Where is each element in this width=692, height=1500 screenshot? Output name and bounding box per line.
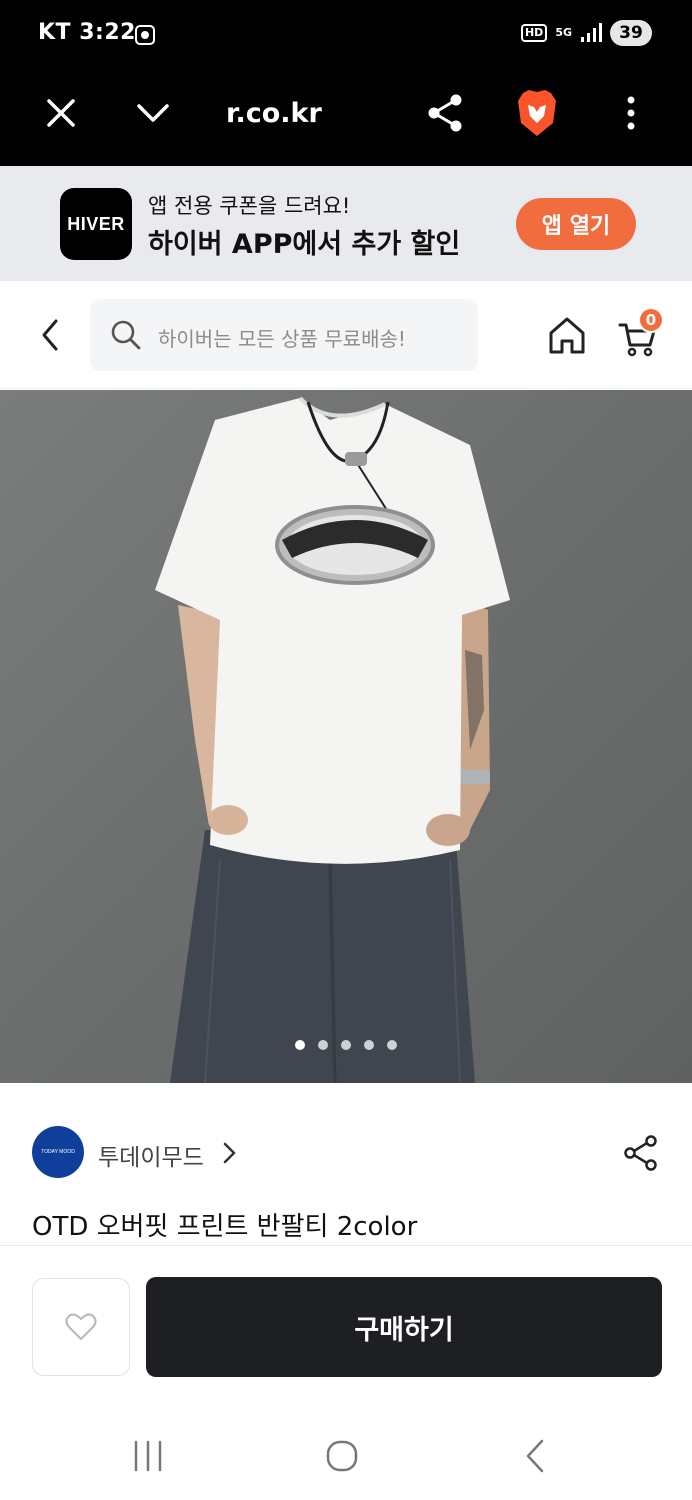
signal-icon <box>581 23 602 42</box>
page-header: 하이버는 모든 상품 무료배송! 0 <box>0 281 692 389</box>
more-menu-button[interactable] <box>608 90 654 136</box>
back-nav-icon[interactable] <box>516 1436 556 1476</box>
url-text[interactable]: r.co.kr <box>226 98 322 129</box>
banner-title: 하이버 APP에서 추가 할인 <box>148 229 461 260</box>
search-icon <box>111 320 141 350</box>
status-icons: HD 5G 39 <box>520 20 652 46</box>
cart-count-badge: 0 <box>638 307 664 333</box>
back-icon[interactable] <box>32 315 68 355</box>
hiver-logo: HIVER <box>60 188 132 260</box>
search-bar[interactable]: 하이버는 모든 상품 무료배송! <box>90 299 478 371</box>
banner-subtitle: 앱 전용 쿠폰을 드려요! <box>148 194 351 218</box>
network-5g-icon: 5G <box>555 26 572 39</box>
chevron-right-icon[interactable] <box>220 1141 238 1165</box>
status-bar: KT 3:22 HD 5G 39 <box>0 0 692 70</box>
search-placeholder: 하이버는 모든 상품 무료배송! <box>158 327 406 351</box>
product-photo-illustration <box>0 390 692 1083</box>
browser-toolbar: r.co.kr <box>0 78 692 148</box>
wishlist-button[interactable] <box>32 1278 130 1376</box>
buy-button[interactable]: 구매하기 <box>146 1277 662 1377</box>
system-nav-bar <box>0 1410 692 1500</box>
product-image[interactable] <box>0 390 692 1083</box>
close-icon <box>47 99 75 127</box>
battery-icon: 39 <box>610 20 652 46</box>
home-nav-icon[interactable] <box>322 1436 362 1476</box>
image-pagination <box>0 1040 692 1050</box>
hd-icon: HD <box>520 24 548 42</box>
page-dot[interactable] <box>387 1040 397 1050</box>
page-dot[interactable] <box>318 1040 328 1050</box>
page-dot[interactable] <box>295 1040 305 1050</box>
page-dot[interactable] <box>341 1040 351 1050</box>
home-icon[interactable] <box>546 315 588 355</box>
collapse-button[interactable] <box>130 90 176 136</box>
close-tab-button[interactable] <box>38 90 84 136</box>
screen-record-icon <box>135 25 155 45</box>
brave-lion-icon <box>518 90 556 136</box>
divider <box>0 1245 692 1246</box>
share-icon[interactable] <box>622 1134 660 1172</box>
page-dot[interactable] <box>364 1040 374 1050</box>
brave-shields-button[interactable] <box>514 90 560 136</box>
brand-logo[interactable]: TODAY MOOD <box>32 1126 84 1178</box>
carrier-time: KT 3:22 <box>38 20 136 45</box>
open-app-button[interactable]: 앱 열기 <box>516 198 636 250</box>
share-icon <box>428 94 462 132</box>
recent-apps-icon[interactable] <box>128 1436 168 1476</box>
app-banner[interactable]: HIVER 앱 전용 쿠폰을 드려요! 하이버 APP에서 추가 할인 앱 열기 <box>0 166 692 281</box>
more-vertical-icon <box>627 96 635 130</box>
heart-icon <box>65 1313 97 1341</box>
product-title: OTD 오버핏 프린트 반팔티 2color <box>32 1212 418 1242</box>
chevron-down-icon <box>137 104 169 122</box>
share-button[interactable] <box>422 90 468 136</box>
brand-name-link[interactable]: 투데이무드 <box>98 1138 204 1172</box>
